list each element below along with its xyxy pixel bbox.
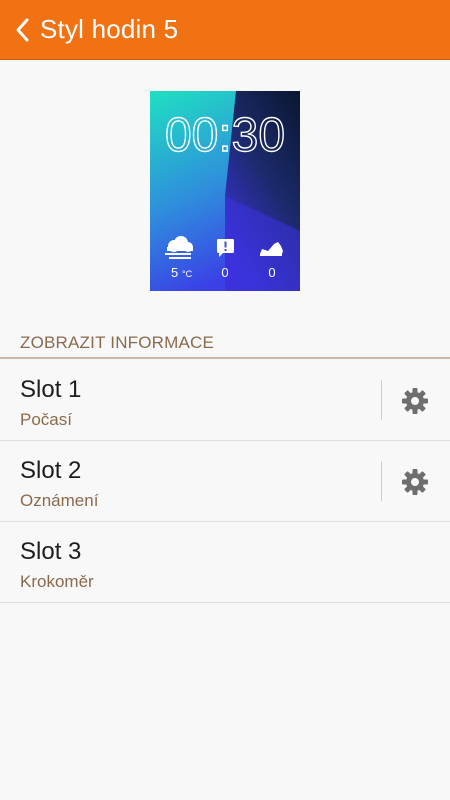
steps-value: 0 xyxy=(268,265,275,280)
slot-subtitle: Počasí xyxy=(20,410,72,429)
page-title: Styl hodin 5 xyxy=(40,14,179,44)
weather-unit: °C xyxy=(182,269,193,279)
gear-icon xyxy=(402,388,428,414)
slot-2-settings-button[interactable] xyxy=(392,459,438,505)
slot-1-item[interactable]: Slot 1 Počasí xyxy=(0,360,450,441)
slot-2-item[interactable]: Slot 2 Oznámení xyxy=(0,441,450,522)
divider xyxy=(381,461,382,501)
watch-face-preview: 00:30 5 °C 0 0 xyxy=(150,91,300,291)
slot-3-item[interactable]: Slot 3 Krokoměr xyxy=(0,522,450,603)
slot-1-settings-button[interactable] xyxy=(392,378,438,424)
watch-time: 00:30 xyxy=(165,109,285,162)
section-title: ZOBRAZIT INFORMACE xyxy=(20,333,215,352)
slot-subtitle: Oznámení xyxy=(20,491,99,510)
slot-subtitle: Krokoměr xyxy=(20,572,94,591)
weather-value: 5 xyxy=(171,265,178,280)
gear-icon xyxy=(402,469,428,495)
back-button[interactable] xyxy=(6,0,40,60)
section-header: ZOBRAZIT INFORMACE xyxy=(0,330,450,359)
divider xyxy=(381,380,382,420)
chevron-left-icon xyxy=(16,18,29,41)
slot-title: Slot 3 xyxy=(20,538,82,565)
slot-title: Slot 2 xyxy=(20,457,82,484)
app-bar: Styl hodin 5 xyxy=(0,0,450,60)
notification-value: 0 xyxy=(221,265,228,280)
slot-title: Slot 1 xyxy=(20,376,82,403)
